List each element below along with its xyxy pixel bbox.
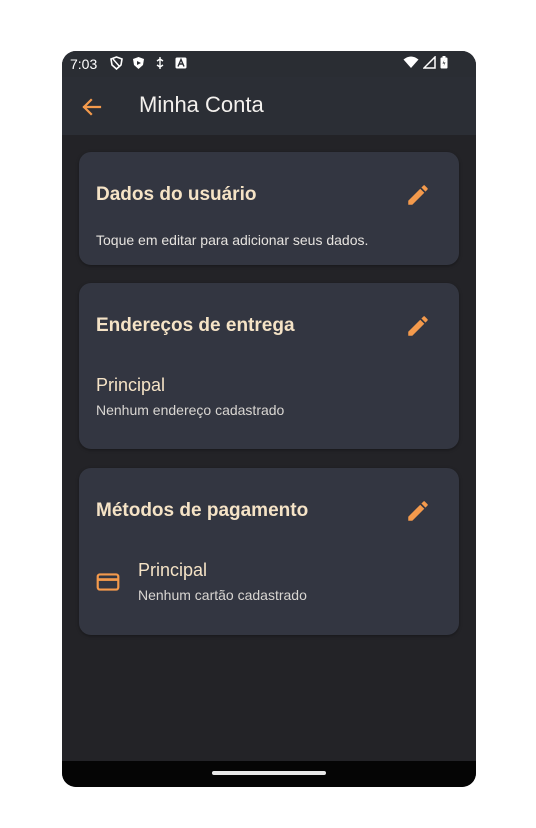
delivery-addresses-card: Endereços de entrega Principal Nenhum en… xyxy=(79,283,459,449)
payment-item-title: Principal xyxy=(138,560,208,580)
edit-user-data-button[interactable] xyxy=(405,182,431,208)
delivery-addresses-title: Endereços de entrega xyxy=(96,315,295,336)
page-title: Minha Conta xyxy=(139,92,264,117)
home-gesture-handle[interactable] xyxy=(212,771,326,775)
pencil-icon xyxy=(408,185,428,205)
wifi-icon xyxy=(403,56,419,68)
app-notification-icon xyxy=(175,57,187,69)
address-item-title: Principal xyxy=(96,375,166,395)
navigation-bar xyxy=(62,761,476,787)
user-data-card: Dados do usuário Toque em editar para ad… xyxy=(79,152,459,265)
edit-addresses-button[interactable] xyxy=(405,313,431,339)
status-time: 7:03 xyxy=(70,56,98,72)
app-bar: Minha Conta xyxy=(62,77,476,135)
play-protect-icon xyxy=(133,57,144,69)
signal-icon xyxy=(423,56,436,69)
usb-debug-icon xyxy=(156,57,164,69)
notification-icons xyxy=(110,56,187,70)
status-bar: 7:03 xyxy=(62,51,476,77)
payment-methods-title: Métodos de pagamento xyxy=(96,500,309,521)
user-data-hint: Toque em editar para adicionar seus dado… xyxy=(96,232,369,248)
phone-screen: 7:03 Minha Conta Dados do usuário Toque … xyxy=(62,51,476,787)
payment-item-subtitle: Nenhum cartão cadastrado xyxy=(138,587,307,603)
shield-icon xyxy=(110,56,123,70)
battery-icon xyxy=(440,56,448,69)
payment-methods-card: Métodos de pagamento Principal Nenhum ca… xyxy=(79,468,459,635)
pencil-icon xyxy=(408,501,428,521)
system-icons xyxy=(403,56,448,69)
edit-payment-button[interactable] xyxy=(405,498,431,524)
address-item-subtitle: Nenhum endereço cadastrado xyxy=(96,402,285,418)
user-data-title: Dados do usuário xyxy=(96,184,257,205)
credit-card-icon xyxy=(95,569,121,595)
arrow-back-icon xyxy=(82,98,102,116)
back-button[interactable] xyxy=(78,93,106,121)
pencil-icon xyxy=(408,316,428,336)
